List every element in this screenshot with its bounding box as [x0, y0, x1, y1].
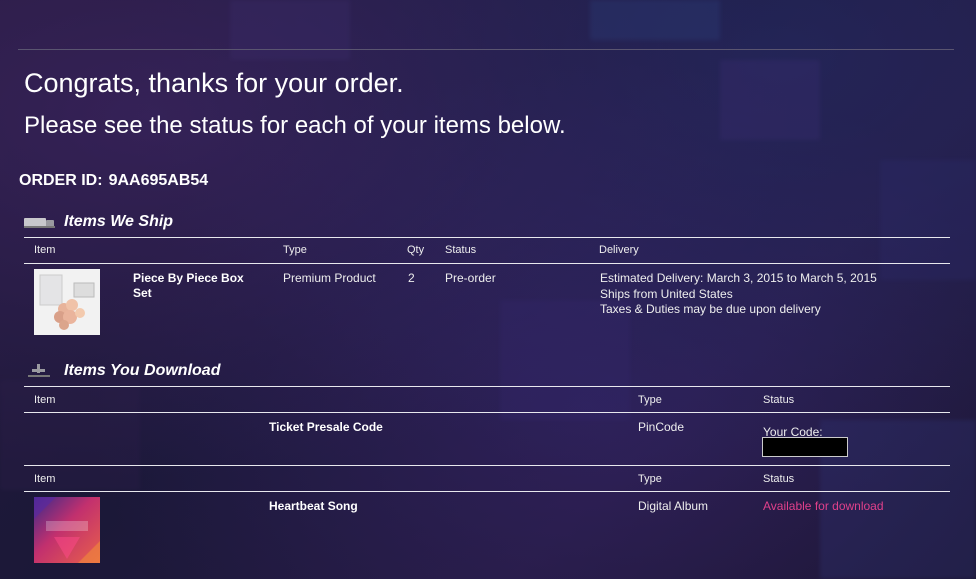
bg-tile: [0, 380, 140, 490]
ship-table-header-rule: [24, 263, 950, 264]
bg-tile: [880, 160, 976, 280]
ship-item-name[interactable]: Piece By Piece Box Set: [133, 271, 253, 301]
download-icon: [28, 364, 50, 383]
delivery-estimate: Estimated Delivery: March 3, 2015 to Mar…: [600, 271, 877, 285]
download-col-type: Type: [638, 394, 662, 406]
ship-col-qty: Qty: [407, 244, 425, 256]
order-id-value: 9AA695AB54: [108, 172, 209, 189]
bg-tile: [230, 0, 350, 60]
album-item-type: Digital Album: [638, 499, 709, 513]
header-divider: [18, 49, 954, 50]
download-col-status: Status: [763, 394, 795, 406]
presale-code-field[interactable]: [762, 437, 848, 457]
ship-col-status: Status: [445, 244, 477, 256]
page-title: Congrats, thanks for your order.: [24, 68, 404, 98]
bg-tile: [720, 60, 820, 140]
download-table-rule-2: [24, 465, 950, 466]
download-section-title: Items You Download: [64, 362, 221, 379]
ship-table-top-rule: [24, 237, 950, 238]
delivery-origin: Ships from United States: [600, 286, 733, 301]
album-item-name[interactable]: Heartbeat Song: [269, 499, 358, 513]
ship-section-title: Items We Ship: [64, 213, 174, 230]
ship-item-status: Pre-order: [445, 271, 496, 285]
download-link[interactable]: Available for download: [763, 499, 884, 513]
page-subtitle: Please see the status for each of your i…: [24, 112, 566, 139]
presale-item-type: PinCode: [638, 420, 685, 434]
ship-item-type: Premium Product: [283, 271, 376, 285]
download-col-type-2: Type: [638, 473, 662, 485]
bg-tile: [500, 300, 630, 420]
bg-tile: [590, 0, 720, 40]
ship-col-type: Type: [283, 244, 307, 256]
order-id: ORDER ID: 9AA695AB54: [19, 172, 208, 190]
download-table-top-rule: [24, 386, 950, 387]
delivery-taxes-note: Taxes & Duties may be due upon delivery: [600, 302, 821, 316]
download-col-status-2: Status: [763, 473, 795, 485]
download-col-item-2: Item: [34, 473, 56, 485]
presale-item-name: Ticket Presale Code: [269, 420, 383, 434]
download-table-header-rule-2: [24, 491, 950, 492]
truck-icon: [24, 215, 55, 234]
ship-item-qty: 2: [408, 271, 415, 285]
ship-col-item: Item: [34, 244, 56, 256]
order-id-label: ORDER ID:: [19, 172, 103, 189]
album-cover-thumbnail[interactable]: [34, 497, 100, 563]
box-set-thumbnail[interactable]: [34, 269, 100, 335]
download-col-item: Item: [34, 394, 56, 406]
download-table-header-rule: [24, 412, 950, 413]
ship-col-delivery: Delivery: [599, 244, 639, 256]
ship-item-delivery: Estimated Delivery: March 3, 2015 to Mar…: [600, 271, 877, 318]
